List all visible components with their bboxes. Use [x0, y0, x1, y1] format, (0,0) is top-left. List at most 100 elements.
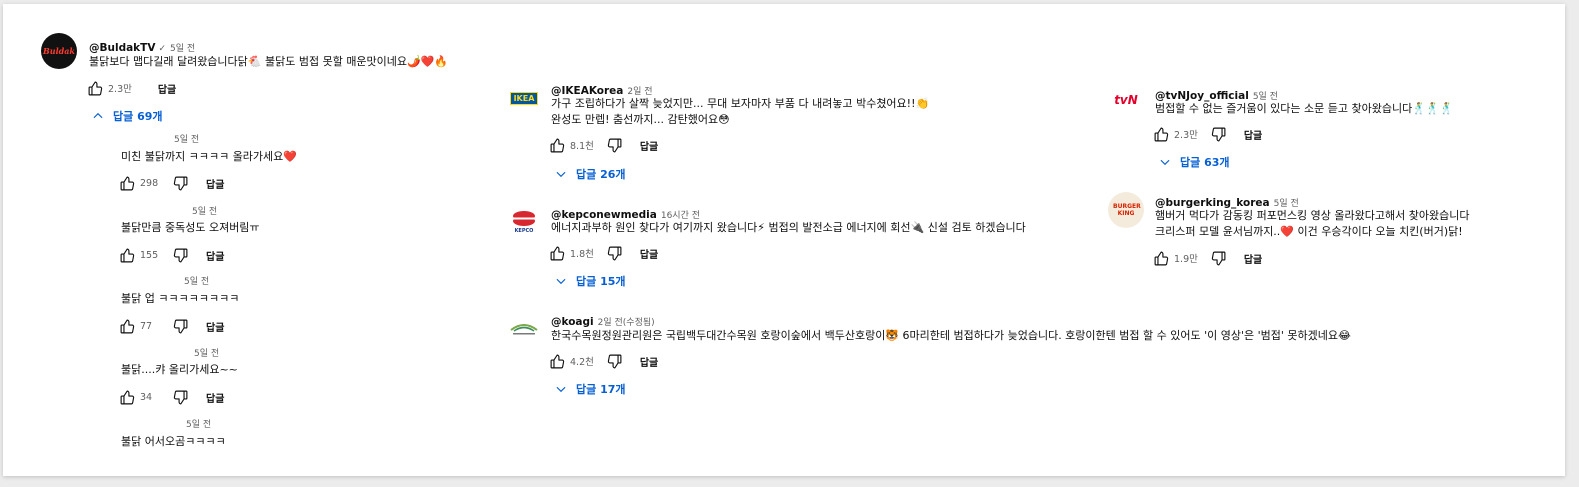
- like-count: 77: [140, 320, 153, 332]
- kepco-logo: [513, 211, 535, 226]
- verified-icon: ✓: [158, 44, 166, 54]
- like-count: 34: [140, 391, 153, 403]
- comment-time[interactable]: 2일 전(수정됨): [598, 318, 655, 328]
- reply-text: 불닭....캬 올리가세요~~: [121, 363, 238, 376]
- replies-toggle[interactable]: 답글 15개: [554, 273, 626, 289]
- reply-button[interactable]: 답글: [640, 354, 658, 369]
- replies-toggle[interactable]: 답글 17개: [554, 381, 626, 397]
- dislike-icon[interactable]: [1210, 126, 1227, 143]
- like-icon[interactable]: [119, 318, 136, 335]
- comment-text-line-2: 크리스퍼 모델 윤서님까지..❤️ 이건 우승각이다 오늘 치킨(버거)닭!: [1155, 225, 1463, 238]
- comment-actions: 2.3만 답글: [87, 78, 176, 98]
- reply-button[interactable]: 답글: [206, 176, 224, 191]
- reply-time[interactable]: 5일 전: [186, 417, 211, 430]
- channel-handle[interactable]: @koagi: [551, 316, 594, 328]
- like-count: 2.3만: [108, 84, 132, 95]
- comments-panel: Buldak @BuldakTV ✓ 5일 전 불닭보다 맵다길래 달려왔습니다닭🐔…: [3, 4, 1565, 476]
- replies-count: 답글 69개: [113, 110, 163, 123]
- dislike-icon[interactable]: [172, 175, 189, 192]
- avatar[interactable]: KEPCO: [506, 204, 542, 240]
- reply-button[interactable]: 답글: [158, 81, 176, 96]
- chevron-down-icon: [554, 274, 568, 288]
- reply-actions: 77 답글: [119, 316, 224, 336]
- like-count: 155: [140, 249, 159, 261]
- like-icon[interactable]: [87, 80, 104, 97]
- dislike-icon[interactable]: [606, 137, 623, 154]
- like-icon[interactable]: [119, 175, 136, 192]
- reply-actions: 34 답글: [119, 387, 224, 407]
- buldak-logo: Buldak: [43, 46, 75, 56]
- kepco-logo-text: KEPCO: [514, 228, 534, 234]
- replies-count: 답글 26개: [576, 168, 626, 181]
- replies-toggle[interactable]: 답글 63개: [1158, 154, 1230, 170]
- like-count: 8.1천: [570, 141, 594, 152]
- like-icon[interactable]: [549, 245, 566, 262]
- channel-handle[interactable]: @BuldakTV: [89, 42, 155, 54]
- dislike-icon[interactable]: [172, 389, 189, 406]
- avatar[interactable]: IKEA: [506, 80, 542, 116]
- reply-button[interactable]: 답글: [640, 246, 658, 261]
- comment-actions: 4.2천 답글: [549, 351, 658, 371]
- like-count: 2.3만: [1174, 130, 1198, 141]
- like-icon[interactable]: [119, 389, 136, 406]
- comment-time[interactable]: 5일 전: [170, 44, 195, 54]
- replies-count: 답글 15개: [576, 275, 626, 288]
- reply-button[interactable]: 답글: [206, 248, 224, 263]
- burger-king-logo: BURGER KING: [1113, 203, 1141, 217]
- avatar[interactable]: BURGER KING: [1108, 192, 1144, 228]
- reply-text: 불닭 어서오곰ㅋㅋㅋㅋ: [121, 435, 226, 448]
- comment-text: 불닭보다 맵다길래 달려왔습니다닭🐔 불닭도 범접 못할 매운맛이네요🌶️❤️🔥: [89, 55, 449, 68]
- avatar[interactable]: tvN: [1108, 82, 1144, 118]
- like-icon[interactable]: [549, 353, 566, 370]
- koagi-logo: [510, 324, 538, 335]
- reply-button[interactable]: 답글: [1244, 251, 1262, 266]
- comment-text-line-2: 완성도 만렙! 춤선까지... 감탄했어요😳: [551, 113, 730, 126]
- like-icon[interactable]: [119, 247, 136, 264]
- reply-time[interactable]: 5일 전: [192, 204, 217, 217]
- avatar[interactable]: Buldak: [41, 33, 77, 69]
- like-count: 1.9만: [1174, 254, 1198, 265]
- dislike-icon[interactable]: [1210, 250, 1227, 267]
- chevron-up-icon: [91, 109, 105, 123]
- reply-time[interactable]: 5일 전: [194, 346, 219, 359]
- reply-button[interactable]: 답글: [206, 390, 224, 405]
- reply-time[interactable]: 5일 전: [174, 132, 199, 145]
- ikea-logo: IKEA: [509, 91, 539, 105]
- reply-actions: 298 답글: [119, 173, 224, 193]
- comment-text-line-1: 햄버거 먹다가 감동킹 퍼포먼스킹 영상 올라왔다고해서 찾아왔습니다: [1155, 209, 1470, 222]
- comment-header: @koagi 2일 전(수정됨): [551, 310, 655, 329]
- comment-text: 범접할 수 없는 즐거움이 있다는 소문 듣고 찾아왔습니다🕺🕺🕺: [1155, 102, 1454, 115]
- dislike-icon[interactable]: [172, 247, 189, 264]
- dislike-icon[interactable]: [606, 245, 623, 262]
- avatar[interactable]: [506, 311, 542, 347]
- tvn-logo: tvN: [1114, 93, 1138, 107]
- reply-button[interactable]: 답글: [1244, 127, 1262, 142]
- comment-text-line-1: 가구 조립하다가 살짝 늦었지만... 무대 보자마자 부품 다 내려놓고 박수…: [551, 97, 930, 110]
- replies-toggle[interactable]: 답글 69개: [91, 108, 163, 124]
- reply-time[interactable]: 5일 전: [184, 274, 209, 287]
- reply-button[interactable]: 답글: [206, 319, 224, 334]
- comment-text: 한국수목원정원관리원은 국립백두대간수목원 호랑이숲에서 백두산호랑이🐯 6마리…: [551, 329, 1351, 342]
- comment-actions: 1.8천 답글: [549, 243, 658, 263]
- replies-toggle[interactable]: 답글 26개: [554, 166, 626, 182]
- like-count: 1.8천: [570, 249, 594, 260]
- like-icon[interactable]: [1153, 250, 1170, 267]
- comment-actions: 2.3만 답글: [1153, 124, 1262, 144]
- comment-actions: 8.1천 답글: [549, 135, 658, 155]
- comment-text: 에너지과부하 원인 찾다가 여기까지 왔습니다⚡ 범접의 발전소급 에너지에 회…: [551, 221, 1026, 234]
- chevron-down-icon: [554, 382, 568, 396]
- replies-count: 답글 17개: [576, 383, 626, 396]
- like-icon[interactable]: [549, 137, 566, 154]
- chevron-down-icon: [1158, 155, 1172, 169]
- comment-actions: 1.9만 답글: [1153, 248, 1262, 268]
- like-count: 298: [140, 177, 159, 189]
- replies-count: 답글 63개: [1180, 156, 1230, 169]
- reply-button[interactable]: 답글: [640, 138, 658, 153]
- like-count: 4.2천: [570, 357, 594, 368]
- dislike-icon[interactable]: [606, 353, 623, 370]
- reply-text: 미친 불닭까지 ㅋㅋㅋㅋ 올라가세요❤️: [121, 150, 297, 163]
- comment-header: @BuldakTV ✓ 5일 전: [89, 36, 195, 55]
- like-icon[interactable]: [1153, 126, 1170, 143]
- reply-text: 불닭 업 ㅋㅋㅋㅋㅋㅋㅋㅋ: [121, 292, 240, 305]
- dislike-icon[interactable]: [172, 318, 189, 335]
